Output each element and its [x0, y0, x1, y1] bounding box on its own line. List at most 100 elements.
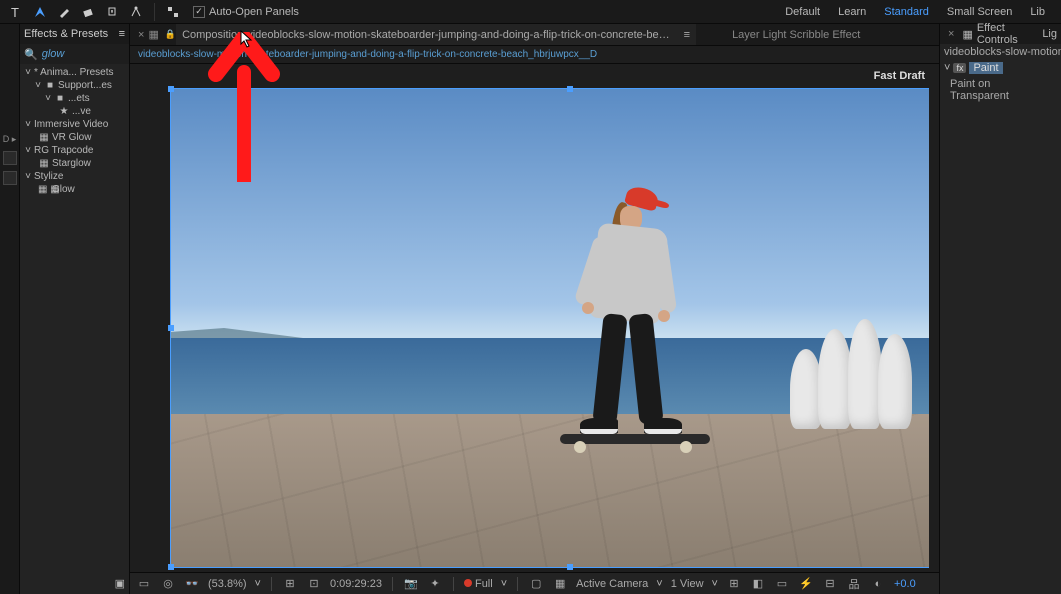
effect-controls-header[interactable]: × ▦ Effect Controls Lig [940, 24, 1061, 44]
gutter-box-icon[interactable] [3, 171, 17, 185]
effect-row[interactable]: ˅ fx Paint [940, 60, 1061, 76]
magnification-icon[interactable]: ◎ [160, 577, 176, 590]
effects-presets-panel: Effects & Presets ≡ 🔍 × ˅* Anima... Pres… [20, 24, 130, 594]
resolution-dropdown[interactable]: Full [464, 578, 493, 590]
goggles-icon[interactable]: 👓 [184, 577, 200, 590]
brush-tool-icon[interactable] [54, 2, 74, 22]
transparency-grid-icon[interactable]: ▦ [552, 577, 568, 590]
search-icon: 🔍 [24, 48, 38, 61]
eraser-tool-icon[interactable] [78, 2, 98, 22]
effects-search-row: 🔍 × [20, 44, 129, 64]
tree-label: Glow [52, 184, 75, 195]
tree-label: Stylize [34, 171, 63, 182]
timecode-icon[interactable]: ⊡ [306, 577, 322, 590]
workspace-tabs: Default Learn Standard Small Screen Lib [785, 6, 1057, 18]
tool-separator [154, 3, 155, 21]
magnification-value[interactable]: (53.8%) [208, 578, 247, 590]
puppet-tool-icon[interactable] [126, 2, 146, 22]
tree-label: ...ets [68, 93, 90, 104]
fast-draft-label: Fast Draft [874, 70, 925, 82]
show-snapshot-icon[interactable]: ✦ [427, 577, 443, 590]
magnification-icon[interactable]: ▭ [136, 577, 152, 590]
timecode-value[interactable]: 0:09:29:23 [330, 578, 382, 590]
chevron-down-icon[interactable]: ˅ [712, 578, 718, 590]
gutter-label: D ▸ [3, 134, 17, 145]
composition-area: × ▦ 🔒 Composition videoblocks-slow-motio… [130, 24, 939, 594]
mask-icon[interactable]: ◧ [750, 577, 766, 590]
cursor-icon [240, 30, 254, 48]
handle-icon[interactable] [168, 86, 174, 92]
composition-tab[interactable]: Composition videoblocks-slow-motion-skat… [176, 24, 696, 45]
guides-icon[interactable]: ⊞ [726, 577, 742, 590]
auto-open-panels-label: Auto-Open Panels [209, 6, 299, 18]
tree-item[interactable]: ˅Immersive Video [20, 118, 129, 131]
flowchart-icon[interactable]: 品 [846, 576, 862, 592]
reset-exposure-icon[interactable]: ◐ [870, 578, 886, 590]
composition-viewer[interactable] [140, 70, 929, 572]
handle-icon[interactable] [168, 325, 174, 331]
chevron-down-icon[interactable]: ˅ [255, 578, 261, 590]
handle-icon[interactable] [168, 564, 174, 570]
layer-tab[interactable]: Layer Light Scribble Effect [726, 24, 866, 45]
snapping-icon[interactable] [163, 2, 183, 22]
top-toolbar: T Auto-Open Panels Default Learn Standar… [0, 0, 1061, 24]
pixel-aspect-icon[interactable]: ▭ [774, 577, 790, 590]
camera-dropdown[interactable]: Active Camera [576, 578, 648, 590]
clone-tool-icon[interactable] [102, 2, 122, 22]
workspace-small-screen[interactable]: Small Screen [947, 6, 1012, 18]
effect-icon: ▦ ▦ [38, 184, 50, 195]
effect-controls-title: Effect Controls [977, 22, 1039, 46]
tree-label: RG Trapcode [34, 145, 93, 156]
grid-icon[interactable]: ▦ [962, 28, 972, 41]
tree-item[interactable]: ˅■...ets [20, 92, 129, 105]
handle-icon[interactable] [567, 86, 573, 92]
pen-tool-icon[interactable] [30, 2, 50, 22]
resolution-icon[interactable]: ⊞ [282, 577, 298, 590]
lock-icon[interactable]: 🔒 [165, 29, 176, 40]
tree-item[interactable]: ▦ ▦Glow [20, 183, 129, 196]
breadcrumb[interactable]: videoblocks-slow-motion-skateboarder-jum… [138, 49, 597, 60]
tree-item[interactable]: ˅Stylize [20, 170, 129, 183]
view-count-dropdown[interactable]: 1 View [671, 578, 704, 590]
auto-open-panels-checkbox[interactable]: Auto-Open Panels [193, 6, 299, 18]
close-icon[interactable]: × [138, 29, 144, 41]
grid-icon[interactable]: ▦ [148, 28, 158, 41]
folder-icon: ■ [44, 80, 56, 91]
effects-tree: ˅* Anima... Presets ˅■Support...es ˅■...… [20, 64, 129, 198]
fast-preview-icon[interactable]: ⚡ [798, 577, 814, 590]
chevron-down-icon[interactable]: ˅ [501, 578, 507, 590]
breadcrumb-row: videoblocks-slow-motion-skateboarder-jum… [130, 46, 939, 64]
tree-item[interactable]: ▦VR Glow [20, 131, 129, 144]
gutter-box-icon[interactable] [3, 151, 17, 165]
roi-icon[interactable]: ▢ [528, 577, 544, 590]
fx-badge[interactable]: fx [953, 63, 966, 73]
tree-item[interactable]: ˅■Support...es [20, 79, 129, 92]
property-label: Paint on Transparent [950, 78, 1051, 102]
tree-item[interactable]: ▦Starglow [20, 157, 129, 170]
tab-prefix: Composition [182, 29, 243, 41]
effect-property[interactable]: Paint on Transparent [940, 76, 1061, 104]
effects-panel-header[interactable]: Effects & Presets ≡ [20, 24, 129, 44]
workspace-learn[interactable]: Learn [838, 6, 866, 18]
chevron-down-icon: ˅ [24, 145, 32, 156]
tab-menu-icon[interactable]: ≡ [684, 29, 690, 41]
new-bin-icon[interactable]: ▣ [115, 577, 125, 590]
tree-item[interactable]: ˅RG Trapcode [20, 144, 129, 157]
panel-menu-icon[interactable]: ≡ [119, 28, 125, 40]
chevron-down-icon[interactable]: ˅ [656, 578, 662, 590]
effect-controls-layer-name[interactable]: videoblocks-slow-motion-skat [940, 44, 1061, 60]
close-icon[interactable]: × [948, 28, 954, 40]
timeline-icon[interactable]: ⊟ [822, 577, 838, 590]
type-tool-icon[interactable]: T [6, 2, 26, 22]
selection-bbox[interactable] [170, 88, 929, 568]
tree-item[interactable]: ˅* Anima... Presets [20, 66, 129, 79]
handle-icon[interactable] [567, 564, 573, 570]
workspace-default[interactable]: Default [785, 6, 820, 18]
tree-item[interactable]: ★...ve [20, 105, 129, 118]
snapshot-icon[interactable]: 📷 [403, 577, 419, 590]
workspace-standard[interactable]: Standard [884, 6, 929, 18]
effect-icon: ▦ [38, 158, 50, 169]
workspace-lib[interactable]: Lib [1030, 6, 1045, 18]
chevron-down-icon[interactable]: ˅ [944, 62, 950, 74]
exposure-value[interactable]: +0.0 [894, 578, 916, 590]
